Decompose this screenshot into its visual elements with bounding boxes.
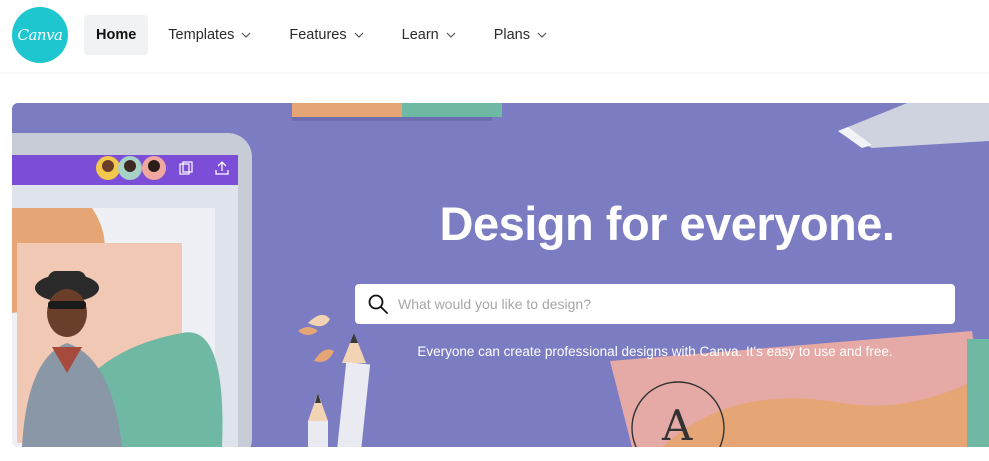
hero-banner: A Design for everyone. Everyone can crea…: [12, 103, 989, 447]
chevron-down-icon: [537, 32, 547, 38]
nav-learn-label: Learn: [401, 27, 439, 43]
nav-features-label: Features: [289, 27, 347, 43]
chevron-down-icon: [354, 32, 364, 38]
search-input[interactable]: [398, 296, 938, 312]
search-icon: [368, 294, 388, 314]
nav-home[interactable]: Home: [84, 15, 149, 55]
nav-learn[interactable]: Learn: [390, 15, 468, 55]
nav-plans-label: Plans: [493, 27, 530, 43]
logo-text: Canva: [17, 26, 64, 44]
top-nav-bar: Canva Home Templates Features Learn Plan…: [0, 0, 989, 72]
chevron-down-icon: [446, 32, 456, 38]
nav-home-label: Home: [96, 27, 137, 43]
card-letter: A: [662, 401, 693, 447]
hero-title: Design for everyone.: [439, 197, 895, 250]
nav-templates-label: Templates: [168, 27, 235, 43]
design-search-bar[interactable]: [355, 284, 955, 324]
nav-plans[interactable]: Plans: [482, 15, 559, 55]
main-nav: Home Templates Features Learn Plans: [84, 15, 573, 55]
hero-subtitle: Everyone can create professional designs…: [417, 344, 893, 359]
share-icon: [215, 161, 229, 175]
hero-illustration: [12, 103, 989, 447]
nav-templates[interactable]: Templates: [156, 15, 263, 55]
copy-icon: [179, 161, 193, 175]
canva-logo[interactable]: Canva: [12, 7, 68, 63]
nav-features[interactable]: Features: [277, 15, 375, 55]
chevron-down-icon: [241, 32, 251, 38]
